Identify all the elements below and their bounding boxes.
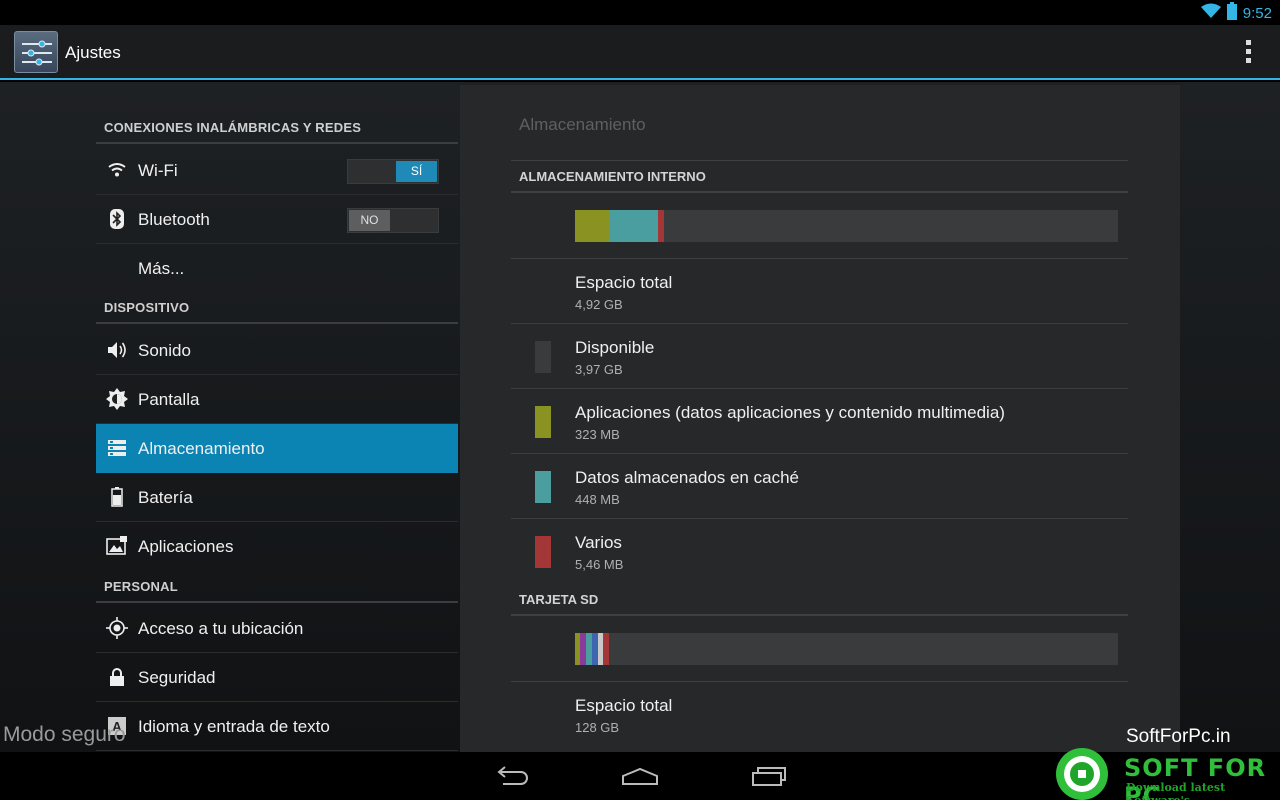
sidebar-item-storage[interactable]: Almacenamiento xyxy=(96,424,458,473)
battery-icon xyxy=(106,486,128,508)
storage-row-available[interactable]: Disponible 3,97 GB xyxy=(511,324,1128,389)
sidebar-item-label: Wi-Fi xyxy=(138,161,178,180)
sidebar-item-label: Batería xyxy=(138,488,193,507)
settings-sliders-icon[interactable] xyxy=(14,31,58,73)
home-icon[interactable] xyxy=(620,762,660,790)
storage-detail-panel: Almacenamiento ALMACENAMIENTO INTERNO Es… xyxy=(460,85,1180,752)
color-swatch xyxy=(535,536,551,568)
sidebar-item-display[interactable]: Pantalla xyxy=(96,375,458,424)
color-swatch xyxy=(535,341,551,373)
color-swatch xyxy=(535,406,551,438)
battery-icon xyxy=(1226,1,1237,25)
bluetooth-toggle[interactable]: NO xyxy=(347,208,439,233)
content-area: CONEXIONES INALÁMBRICAS Y REDES Wi-Fi SÍ xyxy=(0,82,1280,752)
sidebar-item-language[interactable]: A Idioma y entrada de texto xyxy=(96,702,458,751)
apps-icon xyxy=(106,535,128,557)
settings-list: CONEXIONES INALÁMBRICAS Y REDES Wi-Fi SÍ xyxy=(96,82,458,752)
location-icon xyxy=(106,617,128,639)
storage-row-apps[interactable]: Aplicaciones (datos aplicaciones y conte… xyxy=(511,389,1128,454)
clock: 9:52 xyxy=(1242,4,1272,22)
speaker-icon xyxy=(106,339,128,361)
lock-icon xyxy=(106,666,128,688)
wifi-icon xyxy=(106,159,128,181)
sidebar-item-battery[interactable]: Batería xyxy=(96,473,458,522)
storage-icon xyxy=(106,437,128,459)
usage-segment xyxy=(602,633,609,665)
recents-icon[interactable] xyxy=(749,762,789,790)
storage-row-misc[interactable]: Varios 5,46 MB xyxy=(511,519,1128,584)
safe-mode-label: Modo seguro xyxy=(3,723,126,746)
wifi-icon xyxy=(1200,3,1221,24)
section-header-sd-card: TARJETA SD xyxy=(511,584,1128,616)
sidebar-item-label: Bluetooth xyxy=(138,210,210,229)
watermark-tagline: Download latest Software's xyxy=(1126,781,1226,800)
bluetooth-icon xyxy=(106,208,128,230)
sidebar-item-wifi[interactable]: Wi-Fi SÍ xyxy=(96,146,458,195)
section-header-device: DISPOSITIVO xyxy=(96,280,458,324)
sidebar-item-location[interactable]: Acceso a tu ubicación xyxy=(96,604,458,653)
section-header-wireless: CONEXIONES INALÁMBRICAS Y REDES xyxy=(96,100,458,144)
sidebar-item-label: Almacenamiento xyxy=(138,439,265,458)
sidebar-item-label: Más... xyxy=(138,259,185,278)
storage-row-sd-total[interactable]: Espacio total 128 GB xyxy=(511,682,1128,747)
storage-row-total[interactable]: Espacio total 4,92 GB xyxy=(511,259,1128,324)
wifi-toggle[interactable]: SÍ xyxy=(347,159,439,184)
sidebar-item-label: Aplicaciones xyxy=(138,537,234,556)
sidebar-item-label: Seguridad xyxy=(138,668,216,687)
action-bar: Ajustes xyxy=(0,25,1280,80)
watermark-site: SoftForPc.in xyxy=(1126,726,1231,747)
sd-usage-bar xyxy=(575,633,1118,665)
brightness-icon xyxy=(106,388,128,410)
sidebar-item-bluetooth[interactable]: Bluetooth NO xyxy=(96,195,458,244)
status-bar: 9:52 xyxy=(0,0,1280,25)
sidebar-item-label: Pantalla xyxy=(138,390,200,409)
usage-segment xyxy=(609,210,659,242)
storage-row-cache[interactable]: Datos almacenados en caché 448 MB xyxy=(511,454,1128,519)
color-swatch xyxy=(535,471,551,503)
back-icon[interactable] xyxy=(492,762,532,790)
sidebar-item-sound[interactable]: Sonido xyxy=(96,326,458,375)
sidebar-item-label: Idioma y entrada de texto xyxy=(138,717,330,736)
overflow-menu-icon[interactable] xyxy=(1238,40,1258,66)
section-header-personal: PERSONAL xyxy=(96,559,458,603)
page-title: Ajustes xyxy=(65,43,121,62)
usage-segment xyxy=(575,210,610,242)
sidebar-item-security[interactable]: Seguridad xyxy=(96,653,458,702)
internal-usage-bar xyxy=(575,210,1118,242)
sidebar-item-label: Sonido xyxy=(138,341,191,360)
panel-title: Almacenamiento xyxy=(519,115,646,134)
toggle-state-label: SÍ xyxy=(396,161,437,182)
toggle-state-label: NO xyxy=(349,210,390,231)
watermark-logo-icon xyxy=(1052,744,1114,800)
usage-segment xyxy=(658,210,665,242)
sidebar-item-label: Acceso a tu ubicación xyxy=(138,619,304,638)
section-header-internal-storage: ALMACENAMIENTO INTERNO xyxy=(511,161,1128,193)
